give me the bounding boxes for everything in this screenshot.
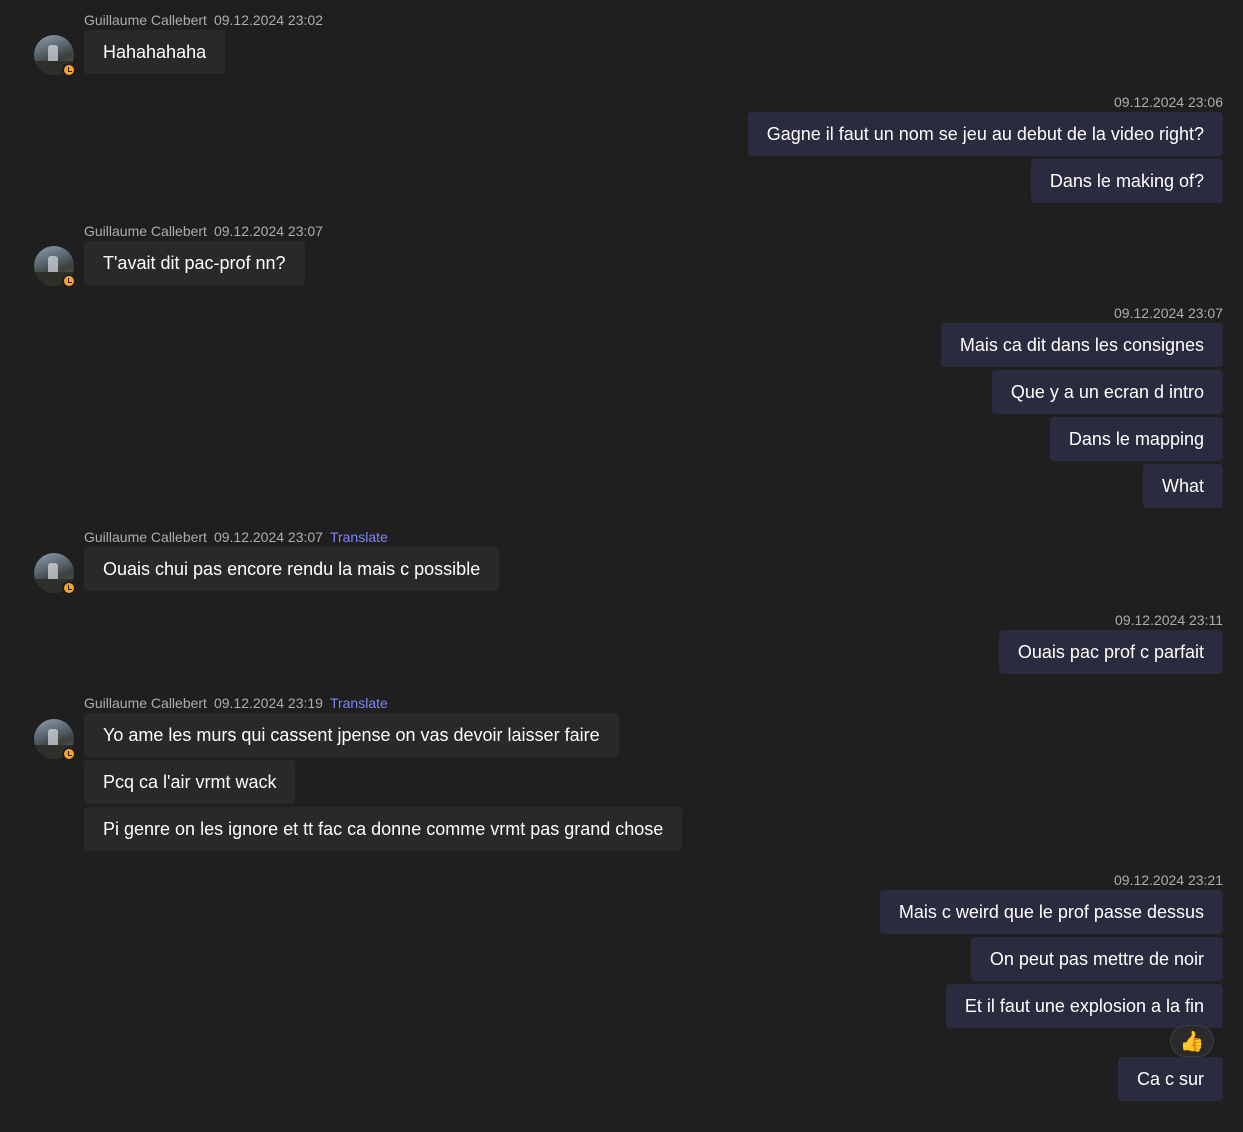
timestamp: 09.12.2024 23:07 xyxy=(1114,305,1223,321)
message-bubble[interactable]: Ouais chui pas encore rendu la mais c po… xyxy=(84,547,500,591)
message-bubble[interactable]: Et il faut une explosion a la fin xyxy=(945,984,1223,1028)
reaction-glyph: 👍 xyxy=(1179,1029,1205,1053)
message-group: 09.12.2024 23:06 Gagne il faut un nom se… xyxy=(747,92,1223,206)
message-meta: Guillaume Callebert 09.12.2024 23:19 Trans… xyxy=(84,693,682,713)
author-name: Guillaume Callebert xyxy=(84,529,207,545)
timestamp: 09.12.2024 23:02 xyxy=(213,12,323,28)
message-bubble[interactable]: Que y a un ecran d intro xyxy=(991,370,1223,414)
away-status-icon xyxy=(62,274,76,288)
author-name: Guillaume Callebert xyxy=(84,223,207,239)
message-meta: 09.12.2024 23:11 xyxy=(999,610,1223,630)
message-bubble[interactable]: Mais ca dit dans les consignes xyxy=(940,323,1223,367)
message-bubble[interactable]: Hahahahaha xyxy=(84,30,226,74)
translate-link[interactable]: Translate xyxy=(330,695,388,711)
chat-message-list: Guillaume Callebert 09.12.2024 23:02 Haha… xyxy=(0,0,1243,1132)
timestamp: 09.12.2024 23:07 xyxy=(213,529,323,545)
timestamp: 09.12.2024 23:07 xyxy=(213,223,323,239)
timestamp: 09.12.2024 23:19 xyxy=(213,695,323,711)
message-group: Guillaume Callebert 09.12.2024 23:19 Trans… xyxy=(84,693,683,854)
message-meta: Guillaume Callebert 09.12.2024 23:07 xyxy=(84,221,330,241)
message-group: Guillaume Callebert 09.12.2024 23:07 T'av… xyxy=(84,221,330,288)
translate-link[interactable]: Translate xyxy=(330,529,388,545)
away-status-icon xyxy=(62,581,76,595)
message-bubble[interactable]: Pi genre on les ignore et tt fac ca donn… xyxy=(84,807,683,851)
timestamp: 09.12.2024 23:11 xyxy=(1115,612,1223,628)
avatar[interactable] xyxy=(34,246,76,288)
message-meta: 09.12.2024 23:06 xyxy=(748,92,1223,112)
thumbs-up-icon[interactable]: 👍 xyxy=(1170,1025,1214,1057)
message-bubble[interactable]: Ouais pac prof c parfait xyxy=(998,630,1223,674)
avatar[interactable] xyxy=(34,35,76,77)
message-group: 09.12.2024 23:07 Mais ca dit dans les co… xyxy=(940,303,1223,511)
message-group: 09.12.2024 23:11 Ouais pac prof c parfai… xyxy=(998,610,1223,677)
message-group: Guillaume Callebert 09.12.2024 23:07 Trans… xyxy=(84,527,500,594)
message-group: Guillaume Callebert 09.12.2024 23:02 Haha… xyxy=(84,10,330,77)
timestamp: 09.12.2024 23:21 xyxy=(1114,872,1223,888)
message-bubble[interactable]: Ca c sur xyxy=(1117,1057,1223,1101)
away-status-icon xyxy=(62,747,76,761)
author-name: Guillaume Callebert xyxy=(84,12,207,28)
message-meta: 09.12.2024 23:07 xyxy=(941,303,1223,323)
message-meta: Guillaume Callebert 09.12.2024 23:02 xyxy=(84,10,330,30)
message-bubble[interactable]: Mais c weird que le prof passe dessus xyxy=(879,890,1223,934)
message-group: 09.12.2024 23:21 Mais c weird que le pro… xyxy=(879,870,1223,1104)
timestamp: 09.12.2024 23:06 xyxy=(1114,94,1223,110)
avatar[interactable] xyxy=(34,719,76,761)
author-name: Guillaume Callebert xyxy=(84,695,207,711)
message-bubble[interactable]: Dans le making of? xyxy=(1030,159,1223,203)
message-bubble[interactable]: Yo ame les murs qui cassent jpense on va… xyxy=(84,713,619,757)
message-bubble[interactable]: What xyxy=(1142,464,1223,508)
message-meta: Guillaume Callebert 09.12.2024 23:07 Trans… xyxy=(84,527,499,547)
message-bubble[interactable]: Gagne il faut un nom se jeu au debut de … xyxy=(747,112,1223,156)
message-bubble[interactable]: On peut pas mettre de noir xyxy=(970,937,1223,981)
message-bubble[interactable]: Pcq ca l'air vrmt wack xyxy=(84,760,296,804)
avatar[interactable] xyxy=(34,553,76,595)
message-meta: 09.12.2024 23:21 xyxy=(880,870,1223,890)
message-bubble[interactable]: Dans le mapping xyxy=(1049,417,1223,461)
message-bubble[interactable]: T'avait dit pac-prof nn? xyxy=(84,241,305,285)
away-status-icon xyxy=(62,63,76,77)
